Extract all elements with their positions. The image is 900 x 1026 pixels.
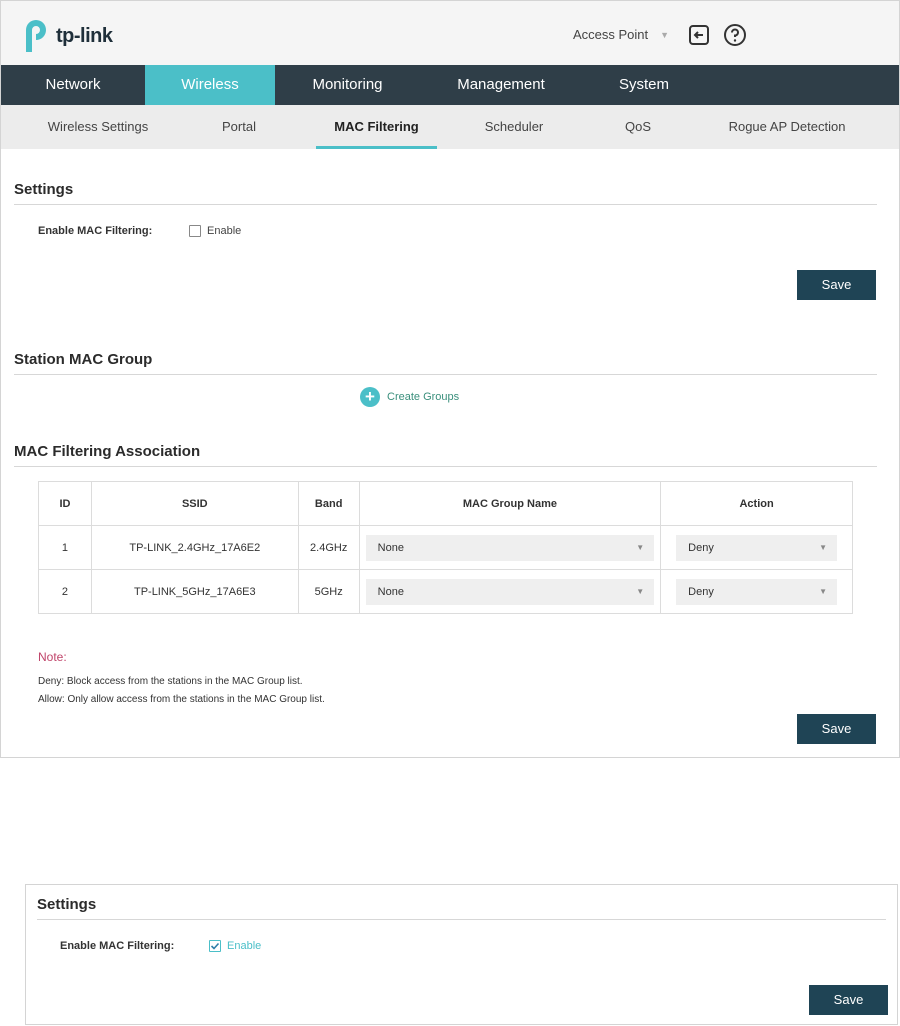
mac-group-dropdown-value: None — [377, 541, 404, 554]
help-icon[interactable] — [723, 23, 747, 47]
nav-tab-management[interactable]: Management — [420, 65, 582, 105]
plus-icon: + — [360, 387, 380, 407]
enable-mac-filtering-label: Enable MAC Filtering: — [38, 225, 153, 237]
action-cell: Deny ▼ — [660, 525, 853, 570]
mode-dropdown-value: Access Point — [573, 27, 649, 42]
create-groups-button[interactable]: + Create Groups — [360, 387, 459, 407]
mac-filtering-association-title: MAC Filtering Association — [14, 443, 201, 460]
section-divider — [14, 204, 877, 205]
mac-group-dropdown[interactable]: None ▼ — [365, 534, 655, 561]
tp-link-logo-mark — [26, 20, 46, 52]
enable-mac-filtering-checkbox[interactable] — [189, 225, 201, 237]
mac-filtering-page: tp-link Access Point ▼ Network Wireless … — [0, 0, 900, 758]
chevron-down-icon: ▼ — [819, 543, 827, 552]
table-row: 1 TP-LINK_2.4GHz_17A6E2 2.4GHz None ▼ De… — [38, 525, 853, 570]
subtab-wireless-settings[interactable]: Wireless Settings — [31, 105, 165, 149]
chevron-down-icon: ▼ — [636, 587, 645, 596]
sub-nav: Wireless Settings Portal MAC Filtering S… — [1, 105, 899, 149]
chevron-down-icon: ▼ — [636, 543, 645, 552]
row-band: 5GHz — [297, 569, 360, 614]
row-ssid: TP-LINK_2.4GHz_17A6E2 — [90, 525, 299, 570]
subtab-mac-filtering[interactable]: MAC Filtering — [316, 105, 437, 149]
nav-tab-wireless[interactable]: Wireless — [145, 65, 275, 105]
mac-group-dropdown-value: None — [377, 585, 404, 598]
subtab-qos[interactable]: QoS — [606, 105, 670, 149]
association-table: ID SSID Band MAC Group Name Action 1 TP-… — [38, 481, 853, 614]
enable-mac-filtering-checkbox[interactable] — [209, 940, 221, 952]
row-band: 2.4GHz — [297, 525, 360, 570]
create-groups-label: Create Groups — [387, 391, 460, 403]
chevron-down-icon: ▼ — [819, 587, 827, 596]
logout-icon[interactable] — [687, 23, 711, 47]
enable-checkbox-label: Enable — [207, 225, 242, 237]
section-divider — [14, 374, 877, 375]
enable-checkbox-label: Enable — [227, 940, 262, 952]
main-nav: Network Wireless Monitoring Management S… — [1, 65, 899, 105]
row-ssid: TP-LINK_5GHz_17A6E3 — [90, 569, 299, 614]
nav-tab-monitoring[interactable]: Monitoring — [275, 65, 420, 105]
settings-section-title: Settings — [14, 181, 74, 198]
column-header-action: Action — [660, 481, 853, 526]
subtab-portal[interactable]: Portal — [201, 105, 277, 149]
logo-text: tp-link — [56, 24, 113, 47]
row-id: 2 — [38, 569, 92, 614]
table-row: 2 TP-LINK_5GHz_17A6E3 5GHz None ▼ Deny ▼ — [38, 569, 853, 614]
settings-panel-enabled: Settings Enable MAC Filtering: Enable Sa… — [25, 884, 898, 1025]
note-deny-line: Deny: Block access from the stations in … — [38, 676, 303, 687]
column-header-mac-group-name: MAC Group Name — [358, 481, 662, 526]
nav-tab-network[interactable]: Network — [1, 65, 145, 105]
action-cell: Deny ▼ — [660, 569, 853, 614]
subtab-rogue-ap-detection[interactable]: Rogue AP Detection — [713, 105, 861, 149]
settings-save-button[interactable]: Save — [797, 270, 876, 300]
column-header-ssid: SSID — [90, 481, 299, 526]
settings-save-button[interactable]: Save — [809, 985, 888, 1015]
top-header: tp-link Access Point ▼ — [1, 1, 899, 65]
section-divider — [14, 466, 877, 467]
nav-tab-system[interactable]: System — [582, 65, 706, 105]
note-title: Note: — [38, 650, 67, 664]
station-mac-group-title: Station MAC Group — [14, 351, 153, 368]
group-cell: None ▼ — [358, 569, 662, 614]
mac-group-dropdown[interactable]: None ▼ — [365, 578, 655, 605]
section-divider — [37, 919, 886, 920]
settings-section-title: Settings — [37, 896, 97, 913]
row-id: 1 — [38, 525, 92, 570]
note-allow-line: Allow: Only allow access from the statio… — [38, 694, 325, 705]
tp-link-logo: tp-link — [22, 18, 113, 54]
checkmark-icon — [210, 942, 220, 950]
action-dropdown-value: Deny — [688, 541, 714, 554]
subtab-scheduler[interactable]: Scheduler — [471, 105, 557, 149]
chevron-down-icon: ▼ — [660, 29, 670, 40]
group-cell: None ▼ — [358, 525, 662, 570]
column-header-id: ID — [38, 481, 92, 526]
association-save-button[interactable]: Save — [797, 714, 876, 744]
table-header-row: ID SSID Band MAC Group Name Action — [38, 481, 853, 526]
mode-dropdown[interactable]: Access Point ▼ — [573, 27, 669, 42]
column-header-band: Band — [297, 481, 360, 526]
action-dropdown[interactable]: Deny ▼ — [676, 534, 837, 561]
enable-mac-filtering-label: Enable MAC Filtering: — [60, 940, 175, 952]
action-dropdown-value: Deny — [688, 585, 714, 598]
action-dropdown[interactable]: Deny ▼ — [676, 578, 837, 605]
